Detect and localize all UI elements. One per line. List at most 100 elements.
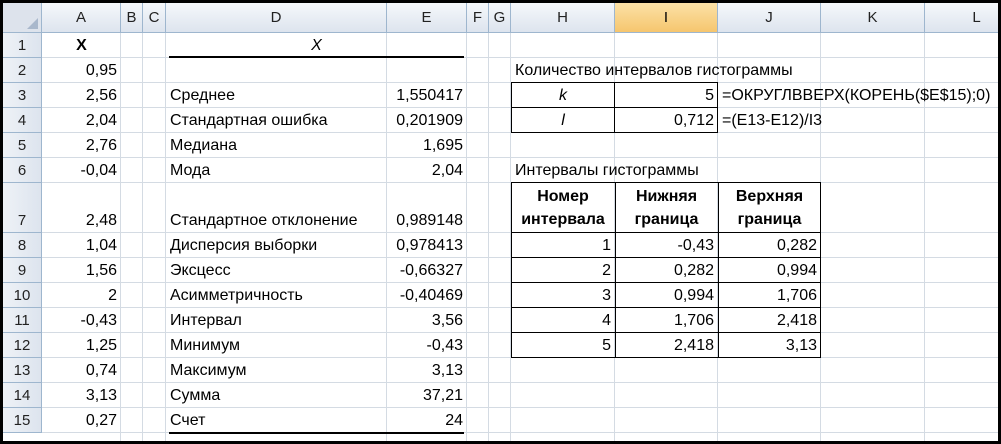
row-header-5[interactable]: 5 <box>3 133 42 158</box>
column-header-a[interactable]: A <box>42 3 121 33</box>
label-l[interactable]: l <box>511 108 615 133</box>
cell-a-value[interactable]: 2 <box>42 283 121 308</box>
histogram-cell[interactable]: 5 <box>511 333 615 358</box>
row-header-3[interactable]: 3 <box>3 83 42 108</box>
histogram-cell[interactable]: 1,706 <box>615 308 718 333</box>
stats-label[interactable]: Интервал <box>166 308 387 333</box>
cell-a-value[interactable]: -0,04 <box>42 158 121 183</box>
row-header-1[interactable]: 1 <box>3 33 42 58</box>
stats-label[interactable]: Максимум <box>166 358 387 383</box>
histogram-cell[interactable]: 1,706 <box>718 283 821 308</box>
cell-a-value[interactable]: 2,76 <box>42 133 121 158</box>
stats-value[interactable]: 0,201909 <box>387 108 467 133</box>
select-all-button[interactable] <box>3 3 42 33</box>
histogram-cell[interactable]: 4 <box>511 308 615 333</box>
cell-a-value[interactable]: 2,48 <box>42 183 121 233</box>
column-header-i[interactable]: I <box>615 3 718 33</box>
stats-value[interactable]: 2,04 <box>387 158 467 183</box>
cell-a-value[interactable]: 1,25 <box>42 333 121 358</box>
stats-label[interactable]: Стандартное отклонение <box>166 183 387 233</box>
stats-value[interactable]: -0,66327 <box>387 258 467 283</box>
cell-a-value[interactable]: 1,56 <box>42 258 121 283</box>
row-header-2[interactable]: 2 <box>3 58 42 83</box>
value-l[interactable]: 0,712 <box>615 108 718 133</box>
row-header-12[interactable]: 12 <box>3 333 42 358</box>
stats-value[interactable]: 0,989148 <box>387 183 467 233</box>
table-border <box>614 82 615 132</box>
stats-label[interactable]: Среднее <box>166 83 387 108</box>
histogram-header-line: Верхняя <box>735 188 804 205</box>
cell-a-value[interactable]: -0,43 <box>42 308 121 333</box>
histogram-cell[interactable]: -0,43 <box>615 233 718 258</box>
row-header-10[interactable]: 10 <box>3 283 42 308</box>
row-header-8[interactable]: 8 <box>3 233 42 258</box>
row-header-4[interactable]: 4 <box>3 108 42 133</box>
histogram-header[interactable]: Номер интервала <box>511 183 615 233</box>
column-header-h[interactable]: H <box>511 3 615 33</box>
stats-label[interactable]: Мода <box>166 158 387 183</box>
formula-k[interactable]: =ОКРУГЛВВЕРХ(КОРЕНЬ($E$15);0) <box>718 83 990 108</box>
stats-label[interactable]: Асимметричность <box>166 283 387 308</box>
stats-value[interactable]: -0,43 <box>387 333 467 358</box>
row-header-15[interactable]: 15 <box>3 408 42 433</box>
stats-value[interactable]: 3,13 <box>387 358 467 383</box>
histogram-header[interactable]: Нижняя граница <box>615 183 718 233</box>
cell-a-value[interactable]: 0,74 <box>42 358 121 383</box>
intervals-count-title[interactable]: Количество интервалов гистограммы <box>511 58 793 83</box>
value-k[interactable]: 5 <box>615 83 718 108</box>
histogram-title[interactable]: Интервалы гистограммы <box>511 158 699 183</box>
spreadsheet-grid[interactable]: A B C D E F G H I J K L 1 2 3 4 5 6 7 8 9 10 11 12 13 14 15 X 0,95 2,… <box>3 3 998 441</box>
row-header-14[interactable]: 14 <box>3 383 42 408</box>
histogram-cell[interactable]: 0,994 <box>615 283 718 308</box>
stats-label[interactable]: Дисперсия выборки <box>166 233 387 258</box>
cell-a-value[interactable]: 3,13 <box>42 383 121 408</box>
column-header-f[interactable]: F <box>467 3 489 33</box>
stats-value[interactable]: 37,21 <box>387 383 467 408</box>
stats-label[interactable]: Стандартная ошибка <box>166 108 387 133</box>
histogram-cell[interactable]: 1 <box>511 233 615 258</box>
row-header-7[interactable]: 7 <box>3 183 42 233</box>
cell-a-value[interactable]: 2,04 <box>42 108 121 133</box>
row-header-9[interactable]: 9 <box>3 258 42 283</box>
cell-a-value[interactable]: 0,27 <box>42 408 121 433</box>
cell-a-value[interactable]: 1,04 <box>42 233 121 258</box>
stats-value[interactable]: -0,40469 <box>387 283 467 308</box>
row-header-13[interactable]: 13 <box>3 358 42 383</box>
histogram-header[interactable]: Верхняя граница <box>718 183 821 233</box>
stats-label[interactable]: Медиана <box>166 133 387 158</box>
column-header-g[interactable]: G <box>489 3 511 33</box>
cell-a-value[interactable]: 2,56 <box>42 83 121 108</box>
stats-value[interactable]: 3,56 <box>387 308 467 333</box>
column-header-k[interactable]: K <box>821 3 925 33</box>
cell-a-value[interactable]: 0,95 <box>42 58 121 83</box>
stats-value[interactable]: 0,978413 <box>387 233 467 258</box>
stats-value[interactable]: 1,550417 <box>387 83 467 108</box>
row-header-11[interactable]: 11 <box>3 308 42 333</box>
stats-header[interactable]: X <box>166 33 467 58</box>
row-header-6[interactable]: 6 <box>3 158 42 183</box>
histogram-cell[interactable]: 0,994 <box>718 258 821 283</box>
label-k[interactable]: k <box>511 83 615 108</box>
stats-label[interactable]: Минимум <box>166 333 387 358</box>
stats-label[interactable]: Счет <box>166 408 387 433</box>
stats-label[interactable]: Эксцесс <box>166 258 387 283</box>
stats-value[interactable]: 1,695 <box>387 133 467 158</box>
histogram-cell[interactable]: 2,418 <box>718 308 821 333</box>
column-header-c[interactable]: C <box>143 3 166 33</box>
stats-value[interactable]: 24 <box>387 408 467 433</box>
histogram-row-border <box>511 182 821 183</box>
histogram-cell[interactable]: 0,282 <box>718 233 821 258</box>
histogram-cell[interactable]: 3 <box>511 283 615 308</box>
cell-a1-header[interactable]: X <box>42 33 121 58</box>
column-header-j[interactable]: J <box>718 3 821 33</box>
formula-l[interactable]: =(E13-E12)/I3 <box>718 108 822 133</box>
column-header-e[interactable]: E <box>387 3 467 33</box>
stats-label[interactable]: Сумма <box>166 383 387 408</box>
column-header-d[interactable]: D <box>166 3 387 33</box>
column-header-b[interactable]: B <box>121 3 143 33</box>
column-header-l[interactable]: L <box>925 3 998 33</box>
histogram-cell[interactable]: 2 <box>511 258 615 283</box>
histogram-cell[interactable]: 3,13 <box>718 333 821 358</box>
histogram-cell[interactable]: 2,418 <box>615 333 718 358</box>
histogram-cell[interactable]: 0,282 <box>615 258 718 283</box>
